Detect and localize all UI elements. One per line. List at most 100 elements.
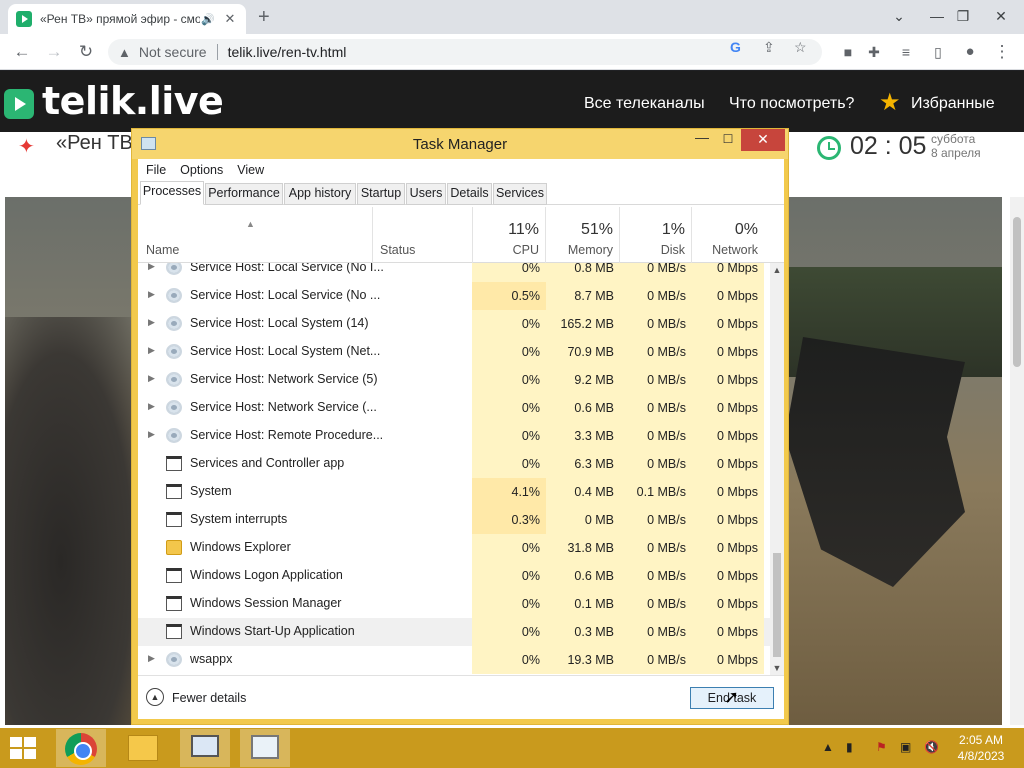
process-row[interactable]: ▶ Service Host: Local System (Net... 0% 70.… [138, 338, 770, 366]
side-panel-icon[interactable]: ▯ [926, 40, 950, 64]
system-clock[interactable]: 2:05 AM 4/8/2023 [948, 732, 1014, 764]
scroll-up-icon[interactable]: ▲ [770, 265, 784, 275]
windows-logo-icon [10, 737, 38, 761]
taskbar-task-manager[interactable] [240, 729, 290, 767]
tab-processes[interactable]: Processes [140, 181, 204, 205]
header-name[interactable]: Name [146, 243, 179, 257]
expand-arrow-icon[interactable]: ▶ [148, 263, 155, 272]
menu-view[interactable]: View [237, 163, 264, 177]
share-icon[interactable]: ⇪ [763, 39, 775, 56]
process-row[interactable]: Windows Start-Up Application 0% 0.3 MB 0 MB… [138, 618, 770, 646]
new-tab-button[interactable]: + [258, 6, 270, 28]
tab-services[interactable]: Services [493, 183, 547, 205]
restore-button[interactable]: ❐ [946, 0, 980, 32]
chrome-icon [65, 733, 97, 765]
header-memory[interactable]: 51% Memory [546, 207, 620, 263]
expand-arrow-icon[interactable]: ▶ [148, 317, 155, 328]
page-scroll-thumb[interactable] [1013, 217, 1021, 367]
expand-arrow-icon[interactable]: ▶ [148, 373, 155, 384]
expand-arrow-icon[interactable]: ▶ [148, 429, 155, 440]
url-text[interactable]: telik.live/ren-tv.html [228, 44, 347, 60]
expand-arrow-icon[interactable]: ▶ [148, 653, 155, 664]
process-network: 0 Mbps [692, 366, 764, 394]
taskbar-remote-desktop[interactable] [180, 729, 230, 767]
google-lens-icon[interactable]: G [730, 39, 741, 55]
gear-icon [166, 400, 182, 415]
menu-file[interactable]: File [146, 163, 166, 177]
nav-what-to-watch[interactable]: Что посмотреть? [729, 95, 854, 113]
process-network: 0 Mbps [692, 506, 764, 534]
process-name: Service Host: Local System (14) [190, 316, 369, 330]
process-row[interactable]: System interrupts 0.3% 0 MB 0 MB/s 0 Mbps [138, 506, 770, 534]
address-bar[interactable]: ▲ Not secure telik.live/ren-tv.html [108, 39, 822, 65]
clock-date: 4/8/2023 [957, 749, 1005, 763]
close-window-button[interactable]: ✕ [984, 0, 1018, 32]
media-control-icon[interactable]: ≡ [894, 40, 918, 64]
header-cpu[interactable]: 11% CPU [472, 207, 546, 263]
process-row[interactable]: ▶ Service Host: Remote Procedure... 0% 3.3 … [138, 422, 770, 450]
reload-button[interactable]: ↻ [74, 40, 98, 64]
process-row[interactable]: ▶ Service Host: Network Service (5) 0% 9.2 … [138, 366, 770, 394]
speaker-icon[interactable]: 🔊 [200, 13, 216, 26]
bookmark-star-icon[interactable]: ☆ [794, 39, 807, 56]
menu-icon[interactable]: ⋮ [990, 40, 1014, 64]
tm-close-button[interactable]: ✕ [741, 129, 785, 151]
nav-all-channels[interactable]: Все телеканалы [584, 95, 705, 113]
tab-search-icon[interactable]: ⌄ [882, 0, 916, 32]
network-icon[interactable]: ▣ [900, 740, 911, 754]
tab-users[interactable]: Users [406, 183, 446, 205]
tm-minimize-button[interactable]: — [689, 129, 715, 149]
task-manager-titlebar[interactable]: Task Manager — ☐ ✕ [132, 129, 788, 159]
address-divider [216, 44, 218, 60]
process-row[interactable]: Services and Controller app 0% 6.3 MB 0 MB/… [138, 450, 770, 478]
volume-muted-icon[interactable]: 🔇 [924, 740, 939, 754]
process-row[interactable]: Windows Explorer 0% 31.8 MB 0 MB/s 0 Mbps [138, 534, 770, 562]
tab-startup[interactable]: Startup [357, 183, 405, 205]
tab-details[interactable]: Details [447, 183, 492, 205]
process-memory: 0 MB [546, 506, 620, 534]
tab-performance[interactable]: Performance [205, 183, 283, 205]
tray-device-icon[interactable]: ▮ [846, 740, 853, 754]
menu-options[interactable]: Options [180, 163, 223, 177]
tray-expand-icon[interactable]: ▲ [822, 740, 834, 754]
process-scrollbar[interactable]: ▲ ▼ [770, 263, 784, 675]
expand-arrow-icon[interactable]: ▶ [148, 345, 155, 356]
page-scrollbar[interactable] [1010, 197, 1024, 725]
tab-close-icon[interactable]: ✕ [222, 11, 238, 27]
header-network[interactable]: 0% Network [692, 207, 764, 263]
process-network: 0 Mbps [692, 282, 764, 310]
start-button[interactable] [0, 729, 50, 767]
puzzle-icon[interactable]: ✚ [862, 40, 886, 64]
process-row[interactable]: ▶ Service Host: Local System (14) 0% 165.2 … [138, 310, 770, 338]
nav-favorites[interactable]: Избранные [911, 95, 995, 113]
process-row[interactable]: ▶ Service Host: Local Service (No ... 0.5%… [138, 282, 770, 310]
process-row[interactable]: ▶ Service Host: Network Service (... 0% 0.6… [138, 394, 770, 422]
tab-app-history[interactable]: App history [284, 183, 356, 205]
process-row[interactable]: System 4.1% 0.4 MB 0.1 MB/s 0 Mbps [138, 478, 770, 506]
site-logo[interactable]: telik.live [42, 79, 224, 123]
scroll-thumb[interactable] [773, 553, 781, 657]
logo-play-icon[interactable] [4, 89, 34, 119]
taskbar-explorer[interactable] [118, 729, 168, 767]
taskbar-chrome[interactable] [56, 729, 106, 767]
process-row[interactable]: Windows Logon Application 0% 0.6 MB 0 MB/s 0… [138, 562, 770, 590]
header-disk[interactable]: 1% Disk [620, 207, 692, 263]
tray-flag-icon[interactable]: ⚑ [876, 740, 887, 754]
browser-tab[interactable]: «Рен ТВ» прямой эфир - смотреть 🔊 ✕ [8, 4, 246, 34]
extension-icon[interactable]: ■ [836, 40, 860, 64]
back-button[interactable]: ← [10, 40, 34, 64]
process-row[interactable]: ▶ Service Host: Local Service (No I... 0% 0… [138, 263, 770, 282]
expand-arrow-icon[interactable]: ▶ [148, 401, 155, 412]
profile-icon[interactable]: ● [958, 40, 982, 64]
process-row[interactable]: Windows Session Manager 0% 0.1 MB 0 MB/s 0 M… [138, 590, 770, 618]
process-row[interactable]: ▶ wsappx 0% 19.3 MB 0 MB/s 0 Mbps [138, 646, 770, 674]
disk-percent: 1% [661, 221, 685, 238]
forward-button[interactable]: → [42, 40, 66, 64]
scroll-down-icon[interactable]: ▼ [770, 663, 784, 673]
chevron-up-icon[interactable]: ▲ [146, 688, 164, 706]
expand-arrow-icon[interactable]: ▶ [148, 289, 155, 300]
header-status[interactable]: Status [380, 243, 415, 257]
fewer-details-link[interactable]: Fewer details [172, 691, 246, 705]
tm-maximize-button[interactable]: ☐ [715, 132, 741, 152]
app-icon [166, 484, 182, 499]
